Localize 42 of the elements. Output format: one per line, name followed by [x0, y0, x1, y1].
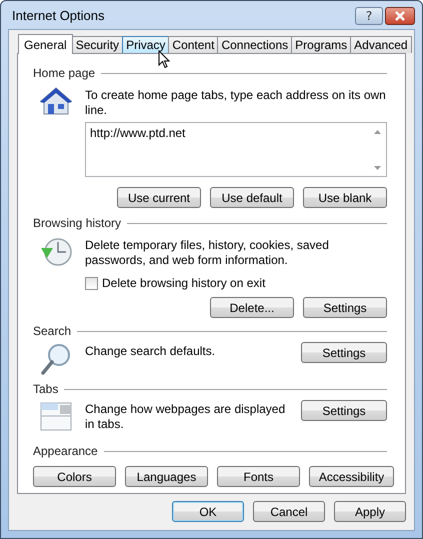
window-title: Internet Options [11, 8, 104, 22]
close-button[interactable] [385, 7, 415, 25]
tab[interactable]: Advanced [350, 36, 412, 53]
scroll-up-icon[interactable] [374, 130, 381, 134]
description-text: Change search defaults. [85, 343, 216, 359]
dialog-button[interactable]: Fonts [217, 466, 300, 487]
dialog-button[interactable]: Use current [117, 187, 201, 208]
dialog-button[interactable]: Use blank [303, 187, 387, 208]
dialog-button[interactable]: Apply [334, 501, 406, 522]
tab[interactable]: General [18, 34, 73, 54]
tab[interactable]: Security [72, 36, 124, 53]
tab[interactable]: Content [168, 36, 218, 53]
tab[interactable]: Programs [291, 36, 352, 53]
section-heading: Tabs [33, 382, 58, 396]
clock-arrow-icon [39, 236, 73, 268]
section-heading: Appearance [33, 444, 98, 458]
dialog-button[interactable]: Colors [33, 466, 116, 487]
magnifier-icon [39, 342, 73, 376]
description-text: To create home page tabs, type each address on its own line. [85, 87, 387, 118]
dialog-button[interactable]: Accessibility [309, 466, 394, 487]
section-heading: Home page [33, 66, 96, 80]
dialog-button[interactable]: Delete... [210, 297, 294, 318]
dialog-button[interactable]: Settings [303, 297, 387, 318]
checkbox-label[interactable]: Delete browsing history on exit [102, 276, 266, 290]
dialog-button[interactable]: OK [172, 501, 244, 522]
tab[interactable]: Privacy [122, 36, 170, 53]
address-field[interactable]: http://www.ptd.net [85, 122, 387, 177]
dialog-button[interactable]: Use default [210, 187, 294, 208]
dialog-button[interactable]: Languages [125, 466, 208, 487]
description-text: Delete temporary files, history, cookies, saved passwords, and web form information. [85, 237, 330, 268]
checkbox[interactable] [85, 276, 98, 290]
close-icon [394, 11, 406, 21]
settings-button[interactable]: Settings [301, 342, 387, 363]
window-tabs-icon [39, 400, 73, 432]
help-button[interactable]: ? [355, 7, 383, 25]
section-heading: Search [33, 324, 72, 338]
dialog-button[interactable]: Cancel [253, 501, 325, 522]
description-text: Change how webpages are displayed in tabs. [85, 401, 286, 432]
tab[interactable]: Connections [217, 36, 292, 53]
section-heading: Browsing history [33, 216, 122, 230]
scroll-down-icon[interactable] [374, 166, 381, 170]
settings-button[interactable]: Settings [301, 400, 387, 421]
